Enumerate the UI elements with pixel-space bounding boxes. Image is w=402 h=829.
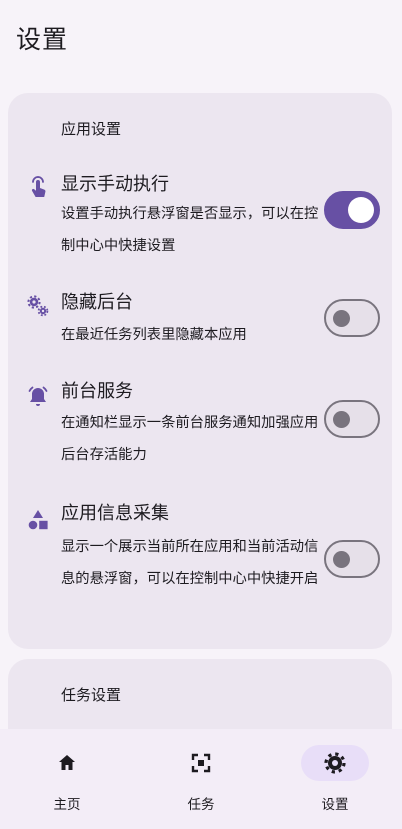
setting-title: 前台服务: [61, 381, 133, 402]
setting-description: 在最近任务列表里隐藏本应用: [61, 327, 247, 343]
app-settings-card: 应用设置 显示手动执行 设置手动执行悬浮窗是否显示，可以在控制中心中快捷设置 隐…: [8, 93, 392, 649]
shapes-icon: [26, 508, 50, 532]
home-icon: [55, 751, 79, 775]
setting-title: 应用信息采集: [61, 503, 169, 524]
section-title-app-settings: 应用设置: [61, 120, 122, 138]
toggle-knob: [333, 550, 350, 568]
settings-gear-icon: [323, 751, 347, 775]
nav-label: 主页: [53, 797, 81, 813]
focus-frame-icon: [189, 751, 213, 775]
foreground-service-toggle[interactable]: [324, 400, 380, 438]
bell-icon: [26, 385, 50, 409]
toggle-knob: [333, 309, 350, 327]
page-title: 设置: [16, 25, 69, 54]
setting-row-app-info-collect[interactable]: 应用信息采集 显示一个展示当前所在应用和当前活动信息的悬浮窗，可以在控制中心中快…: [8, 500, 392, 636]
nav-item-settings[interactable]: 设置: [268, 729, 402, 829]
nav-label: 任务: [187, 797, 215, 813]
setting-row-show-manual[interactable]: 显示手动执行 设置手动执行悬浮窗是否显示，可以在控制中心中快捷设置: [8, 168, 392, 268]
setting-description: 显示一个展示当前所在应用和当前活动信息的悬浮窗，可以在控制中心中快捷开启: [61, 539, 319, 587]
setting-description: 在通知栏显示一条前台服务通知加强应用后台存活能力: [61, 415, 319, 463]
toggle-knob: [333, 410, 350, 428]
hide-background-toggle[interactable]: [324, 299, 380, 337]
gears-icon: [26, 294, 50, 318]
setting-description: 设置手动执行悬浮窗是否显示，可以在控制中心中快捷设置: [61, 206, 319, 254]
section-title-task-settings: 任务设置: [61, 686, 122, 704]
nav-item-tasks[interactable]: 任务: [134, 729, 268, 829]
setting-title: 显示手动执行: [61, 174, 169, 195]
toggle-knob: [348, 197, 374, 223]
nav-item-home[interactable]: 主页: [0, 729, 134, 829]
bottom-navigation: 主页 任务 设置: [0, 729, 402, 829]
setting-row-foreground-service[interactable]: 前台服务 在通知栏显示一条前台服务通知加强应用后台存活能力: [8, 378, 392, 478]
app-info-collect-toggle[interactable]: [324, 540, 380, 578]
setting-row-hide-background[interactable]: 隐藏后台 在最近任务列表里隐藏本应用: [8, 290, 392, 354]
show-manual-toggle[interactable]: [324, 191, 380, 229]
touch-icon: [26, 175, 50, 199]
nav-label: 设置: [321, 797, 349, 813]
setting-title: 隐藏后台: [61, 292, 133, 313]
